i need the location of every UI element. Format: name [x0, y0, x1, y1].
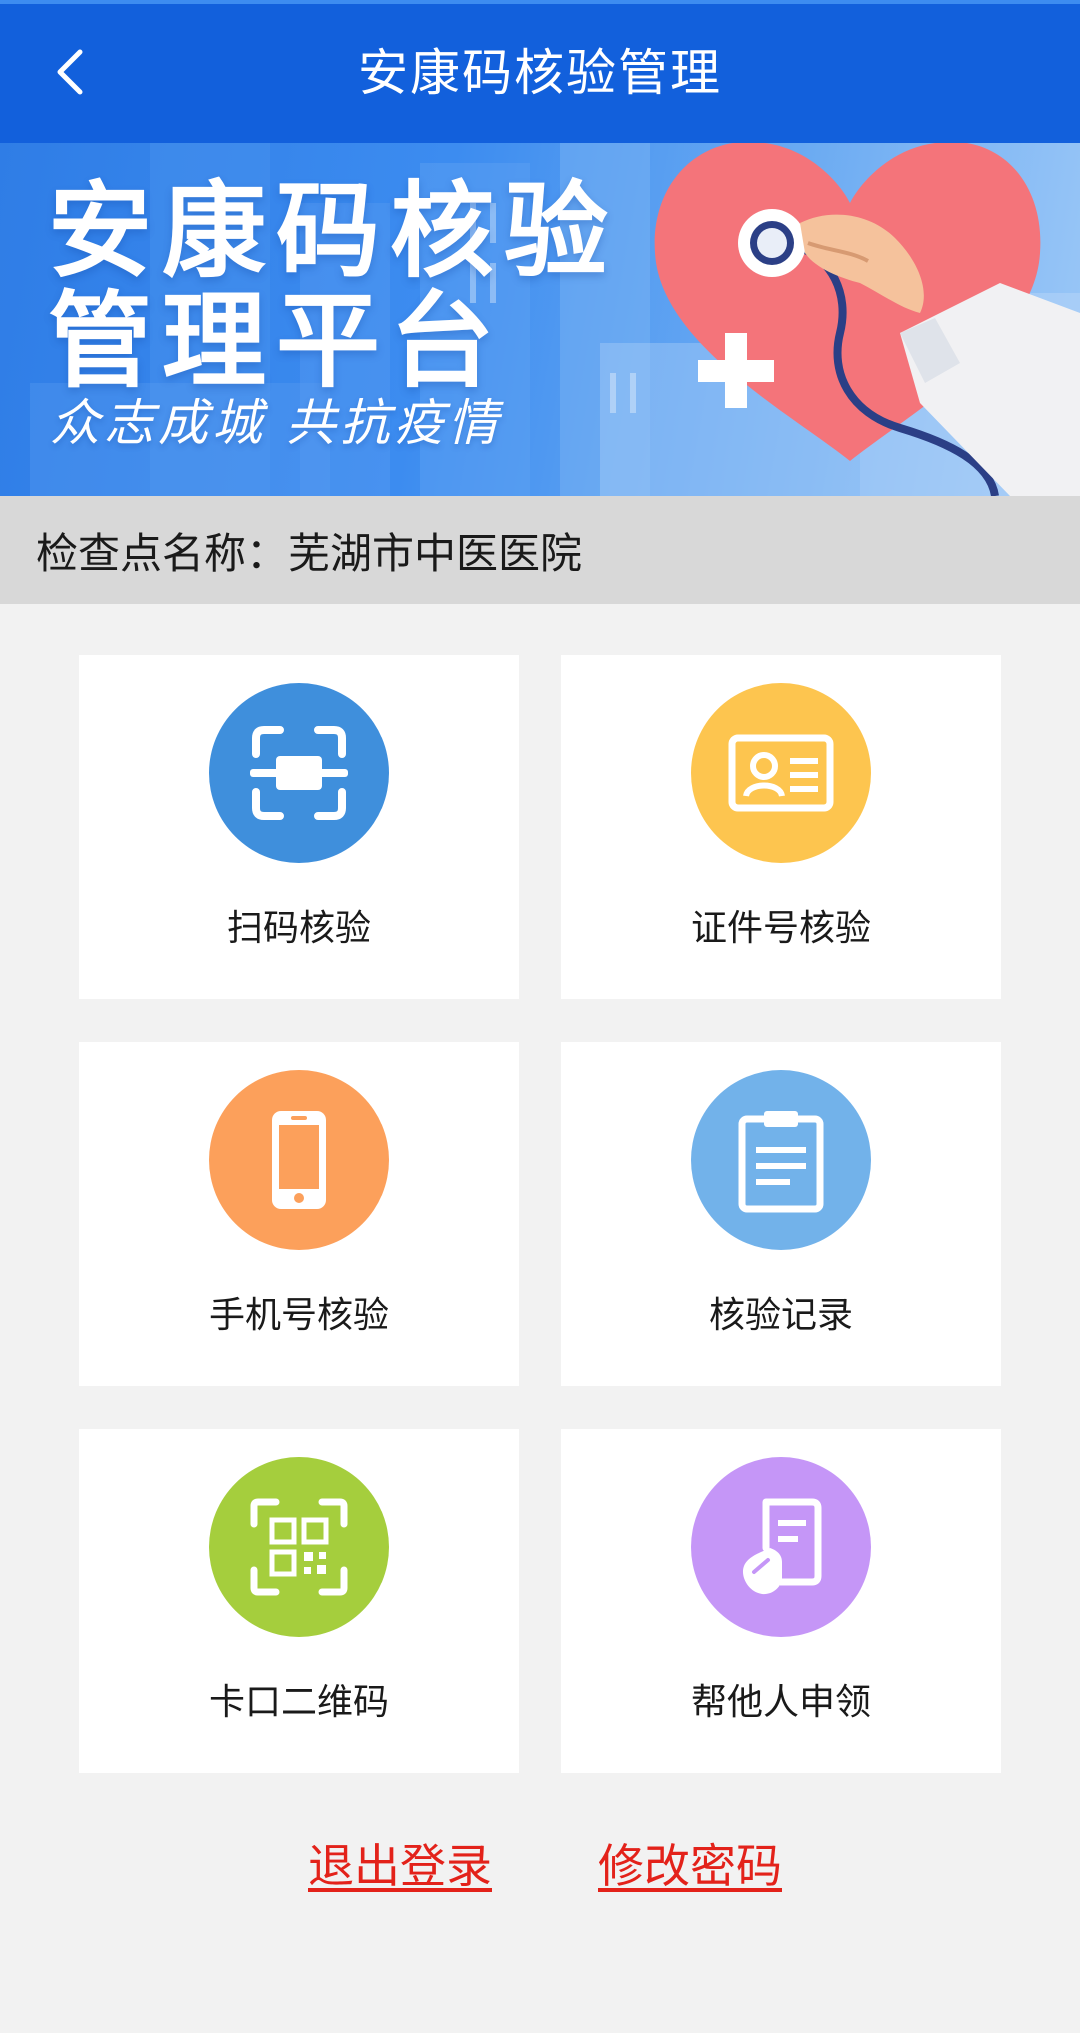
chevron-left-icon: [50, 44, 90, 104]
checkpoint-qr-tile[interactable]: 卡口二维码: [79, 1429, 519, 1773]
clipboard-icon: [691, 1070, 871, 1250]
phone-verify-tile[interactable]: 手机号核验: [79, 1042, 519, 1386]
scan-verify-tile[interactable]: 扫码核验: [79, 655, 519, 999]
checkpoint-label: 检查点名称：: [36, 528, 289, 578]
verify-records-label: 核验记录: [708, 1295, 853, 1336]
phone-verify-label: 手机号核验: [208, 1295, 389, 1336]
checkpoint-bar: 检查点名称： 芜湖市中医医院: [0, 496, 1080, 604]
verify-records-tile[interactable]: 核验记录: [561, 1042, 1001, 1386]
hand-document-icon: [691, 1457, 871, 1637]
apply-for-others-label: 帮他人申领: [690, 1682, 871, 1723]
apply-for-others-tile[interactable]: 帮他人申领: [561, 1429, 1001, 1773]
scan-verify-label: 扫码核验: [226, 908, 371, 949]
checkpoint-qr-label: 卡口二维码: [208, 1682, 389, 1723]
scan-icon: [209, 683, 389, 863]
logout-link[interactable]: 退出登录: [308, 1830, 492, 1896]
id-verify-label: 证件号核验: [690, 908, 871, 949]
id-verify-tile[interactable]: 证件号核验: [561, 655, 1001, 999]
function-grid: 扫码核验 证件号核验 手机号核验 核验记录 卡口二维码 帮他人申领: [79, 655, 1001, 1773]
checkpoint-name: 芜湖市中医医院: [288, 528, 583, 578]
heart-stethoscope-illustration: [654, 143, 1080, 496]
page-title: 安康码核验管理: [358, 44, 722, 102]
footer-links: 退出登录 修改密码: [0, 1830, 1080, 1893]
top-bar: 安康码核验管理: [0, 0, 1080, 143]
phone-icon: [209, 1070, 389, 1250]
hero-banner: 安康码核验 管理平台 众志成城 共抗疫情: [0, 143, 1080, 496]
qr-code-icon: [209, 1457, 389, 1637]
change-password-link[interactable]: 修改密码: [598, 1830, 782, 1896]
back-button[interactable]: [30, 34, 110, 114]
id-card-icon: [691, 683, 871, 863]
